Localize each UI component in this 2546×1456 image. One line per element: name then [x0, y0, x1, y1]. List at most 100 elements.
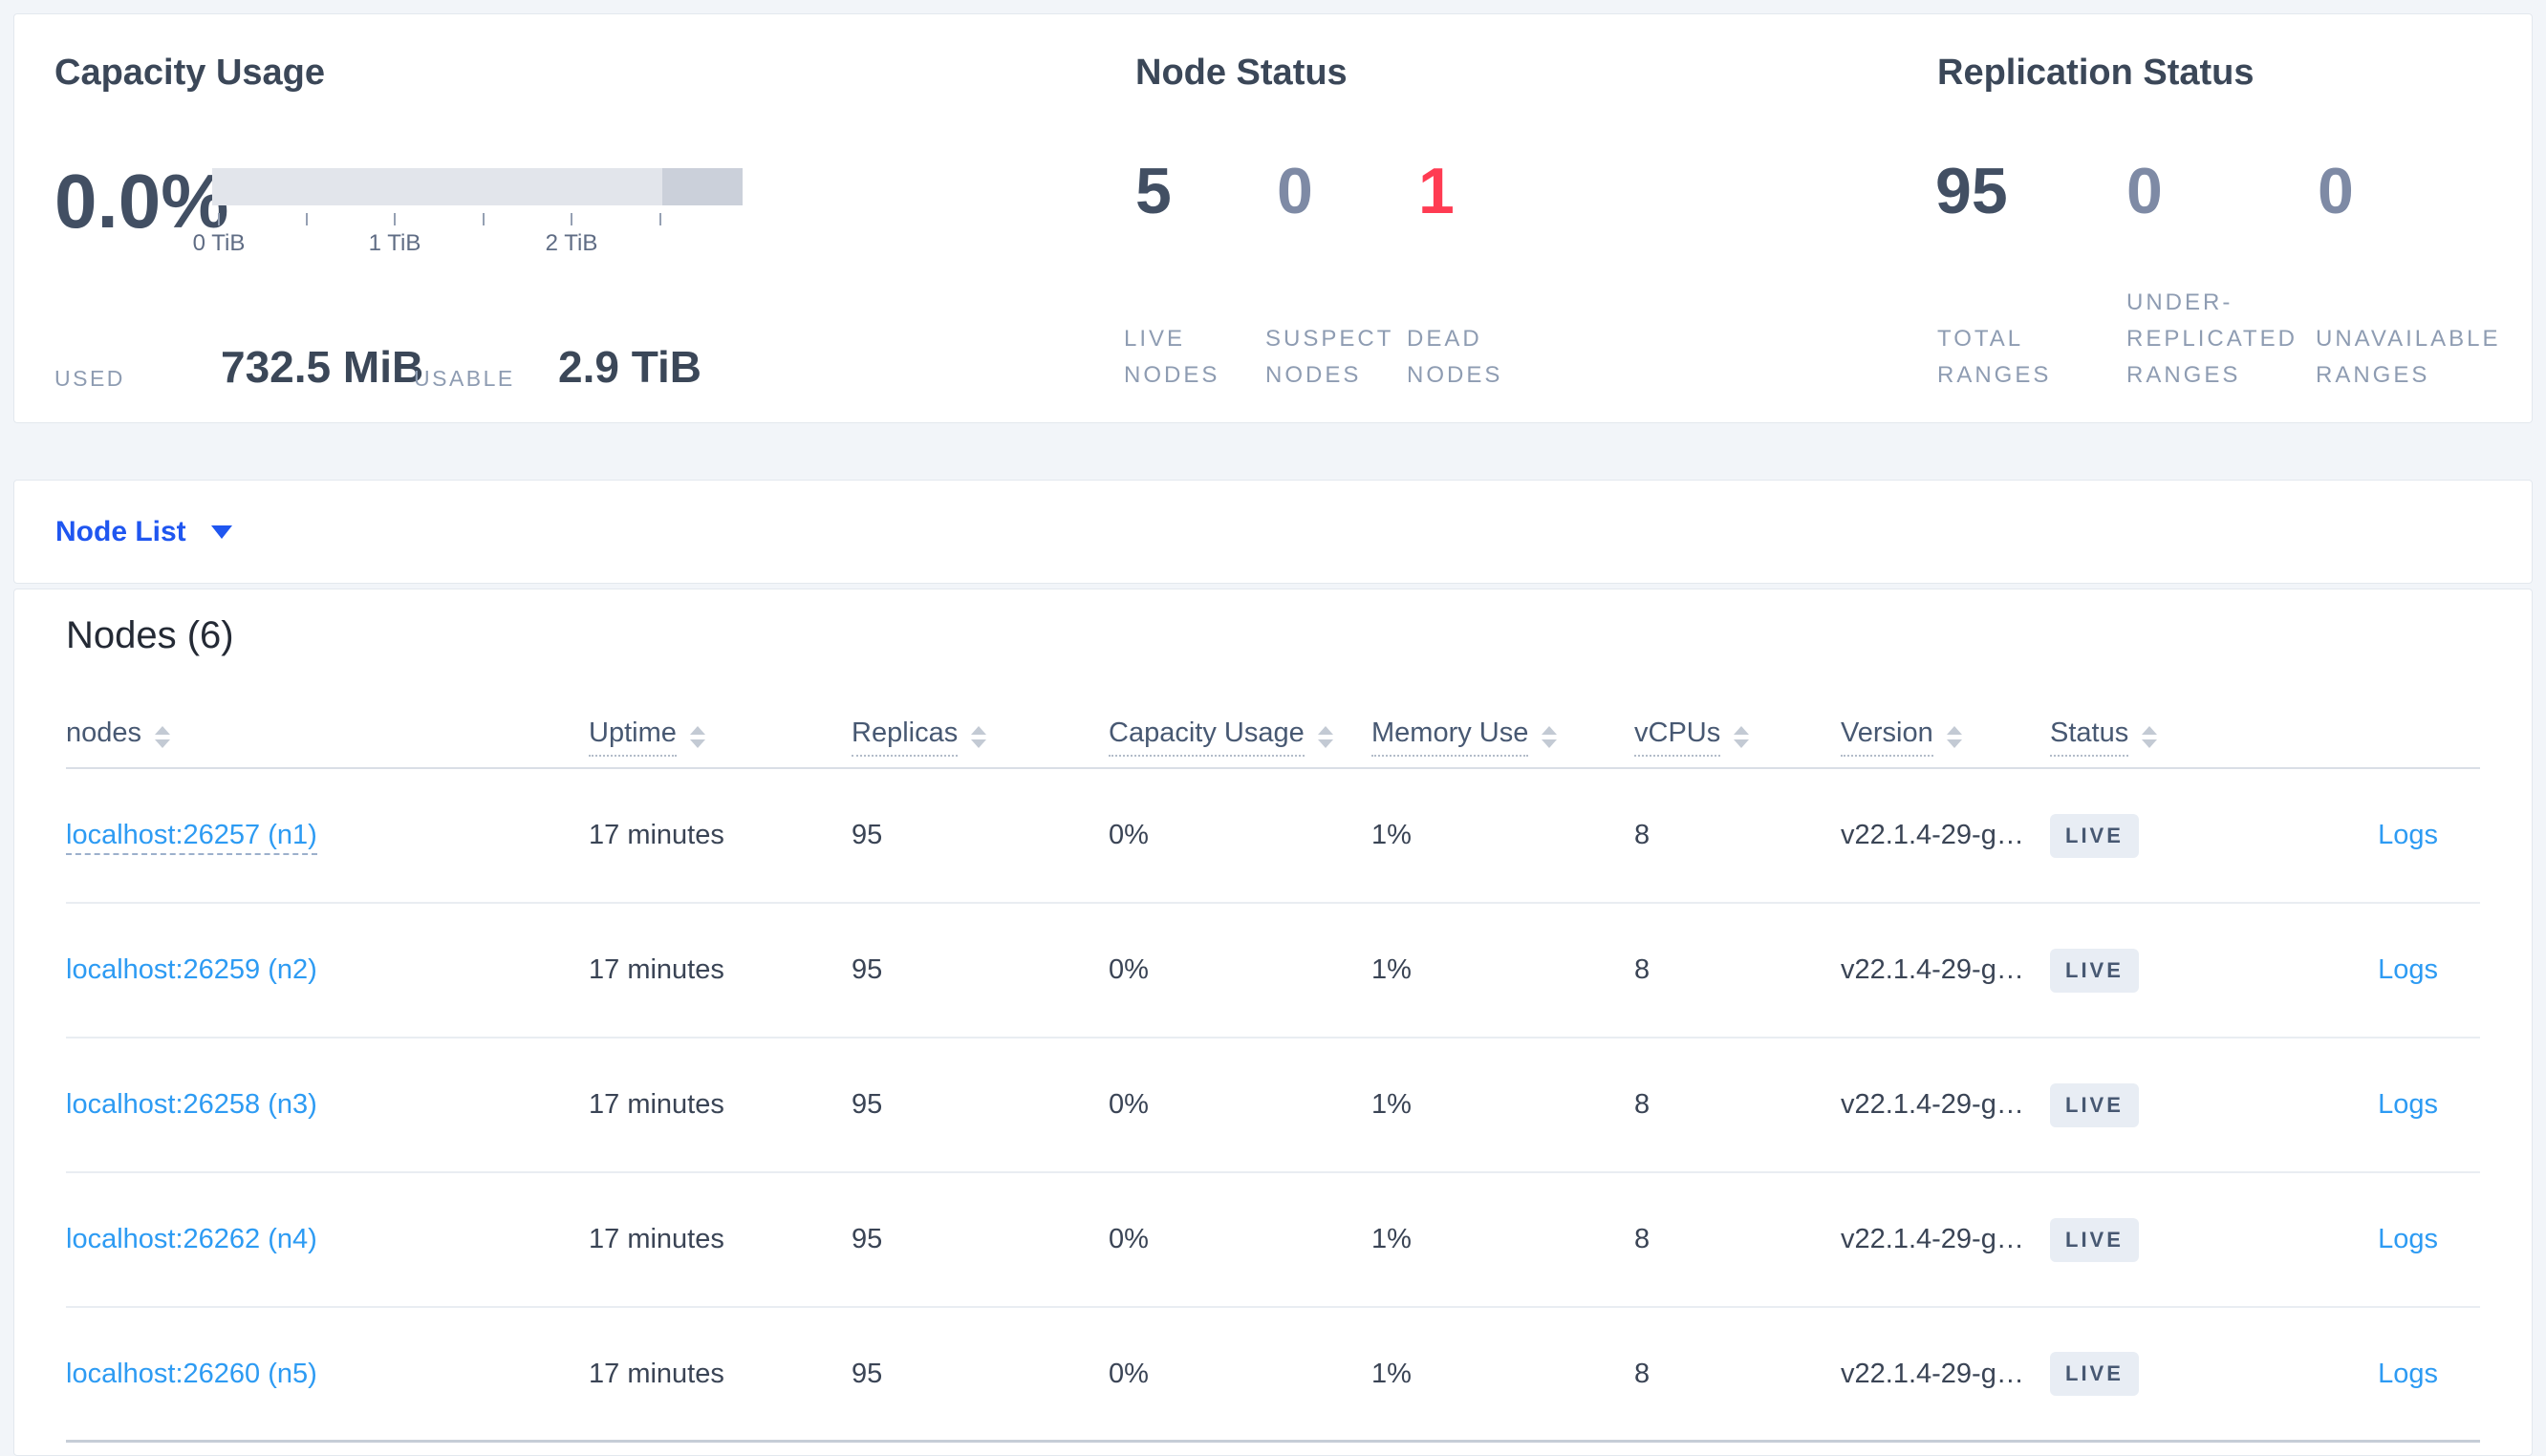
table-row: localhost:26258 (n3) 17 minutes 95 0% 1%… — [66, 1038, 2480, 1173]
sort-ascending-arrow — [971, 726, 987, 735]
sort-icon[interactable] — [1946, 726, 1962, 748]
node-status-labels: LIVE NODES SUSPECT NODES DEAD NODES — [1124, 321, 1548, 394]
uptime-cell: 17 minutes — [589, 954, 724, 985]
version-cell: v22.1.4-29-g… — [1841, 1358, 2024, 1389]
column-header[interactable]: vCPUs — [1634, 717, 1841, 757]
logs-link[interactable]: Logs — [2378, 1224, 2438, 1254]
replicas-cell: 95 — [852, 954, 883, 985]
logs-cell: Logs — [2241, 820, 2480, 851]
sort-icon[interactable] — [1542, 726, 1558, 748]
status-cell: LIVE — [2050, 1082, 2241, 1127]
status-cell: LIVE — [2050, 948, 2241, 993]
capacity-bar — [212, 168, 743, 205]
column-header[interactable]: Capacity Usage — [1109, 717, 1371, 757]
sort-icon[interactable] — [689, 726, 705, 748]
sort-icon[interactable] — [1734, 726, 1750, 748]
sort-icon[interactable] — [971, 726, 987, 748]
memory-use-cell: 1% — [1371, 820, 1412, 850]
node-link[interactable]: localhost:26262 (n4) — [66, 1224, 317, 1254]
stat-value: 95 — [1935, 155, 2008, 227]
column-header[interactable]: Uptime — [589, 717, 852, 757]
stat-label: SUSPECT NODES — [1265, 326, 1393, 388]
replicas-cell: 95 — [852, 1089, 883, 1120]
node-link[interactable]: localhost:26259 (n2) — [66, 954, 317, 985]
column-header[interactable]: nodes — [66, 717, 589, 757]
sort-icon[interactable] — [155, 726, 171, 748]
stat-value: 1 — [1418, 155, 1455, 227]
sort-icon[interactable] — [1317, 726, 1333, 748]
logs-link[interactable]: Logs — [2378, 954, 2438, 985]
node-list-dropdown[interactable]: Node List — [55, 516, 232, 548]
uptime-cell: 17 minutes — [589, 1358, 724, 1389]
version-cell: v22.1.4-29-g… — [1841, 1224, 2024, 1254]
cluster-overview-page: Capacity Usage 0.0% 0 TiB 1 TiB 2 TiB USED… — [0, 0, 2546, 1456]
node-link[interactable]: localhost:26257 (n1) — [66, 820, 317, 855]
sort-descending-arrow — [1317, 739, 1333, 748]
replicas-cell: 95 — [852, 1358, 883, 1389]
uptime-cell: 17 minutes — [589, 1089, 724, 1120]
vcpus-cell: 8 — [1634, 820, 1651, 850]
vcpus-cell: 8 — [1634, 1089, 1651, 1120]
column-header-label: Version — [1841, 717, 1933, 757]
node-link[interactable]: localhost:26258 (n3) — [66, 1089, 317, 1120]
column-header[interactable]: Memory Use — [1371, 717, 1634, 757]
column-header[interactable]: Version — [1841, 717, 2050, 757]
view-selector-bar: Node List — [13, 480, 2533, 584]
node-status-panel: Node Status 5 0 1 LIVE NODES SUSPECT NODES D… — [1122, 14, 1753, 422]
stat-value: 0 — [1277, 155, 1313, 227]
node-cell: localhost:26259 (n2) — [66, 954, 589, 986]
status-badge: LIVE — [2050, 948, 2139, 993]
capacity-usage-summary: USED 732.5 MiB USABLE 2.9 TiB — [54, 333, 800, 402]
stat-value: 0 — [2318, 155, 2354, 227]
uptime-cell: 17 minutes — [589, 820, 724, 850]
table-row: localhost:26262 (n4) 17 minutes 95 0% 1%… — [66, 1173, 2480, 1308]
memory-use-cell: 1% — [1371, 1089, 1412, 1120]
column-header-label: Uptime — [589, 717, 677, 757]
sort-ascending-arrow — [1542, 726, 1558, 735]
replication-status-labels: TOTAL RANGES UNDER-REPLICATED RANGES UNAVA… — [1937, 285, 2505, 394]
capacity-usage-cell: 0% — [1109, 1358, 1149, 1389]
node-cell: localhost:26260 (n5) — [66, 1359, 589, 1390]
axis-tick — [483, 213, 485, 225]
vcpus-cell: 8 — [1634, 1358, 1651, 1389]
status-badge: LIVE — [2050, 1352, 2139, 1396]
stat-value: 5 — [1135, 155, 1172, 227]
column-header-label: Memory Use — [1371, 717, 1529, 757]
logs-link[interactable]: Logs — [2378, 1089, 2438, 1120]
nodes-table-body: localhost:26257 (n1) 17 minutes 95 0% 1%… — [66, 769, 2480, 1443]
logs-link[interactable]: Logs — [2378, 1359, 2438, 1389]
version-cell: v22.1.4-29-g… — [1841, 954, 2024, 985]
status-cell: LIVE — [2050, 1217, 2241, 1262]
sort-icon[interactable] — [2142, 726, 2158, 748]
status-cell: LIVE — [2050, 813, 2241, 858]
usable-value: 2.9 TiB — [558, 342, 701, 392]
column-header-label: vCPUs — [1634, 717, 1721, 757]
node-link[interactable]: localhost:26260 (n5) — [66, 1359, 317, 1389]
sort-descending-arrow — [1734, 739, 1750, 748]
logs-link[interactable]: Logs — [2378, 820, 2438, 850]
axis-tick — [394, 213, 396, 225]
vcpus-cell: 8 — [1634, 954, 1651, 985]
column-header[interactable]: Replicas — [852, 717, 1109, 757]
stat-label: UNDER-REPLICATED RANGES — [2126, 289, 2298, 388]
nodes-table-card: Nodes (6) nodes Uptime Replicas Capacity… — [13, 589, 2533, 1456]
usable-label: USABLE — [414, 366, 515, 391]
memory-use-cell: 1% — [1371, 1358, 1412, 1389]
used-value: 732.5 MiB — [221, 342, 424, 392]
sort-ascending-arrow — [689, 726, 705, 735]
chevron-down-icon — [210, 525, 232, 539]
logs-cell: Logs — [2241, 1224, 2480, 1255]
capacity-bar-other-segment — [662, 168, 743, 205]
capacity-usage-cell: 0% — [1109, 1089, 1149, 1120]
status-cell: LIVE — [2050, 1352, 2241, 1396]
capacity-usage-cell: 0% — [1109, 954, 1149, 985]
node-cell: localhost:26257 (n1) — [66, 820, 589, 855]
sort-descending-arrow — [1946, 739, 1962, 748]
axis-tick — [659, 213, 661, 225]
sort-ascending-arrow — [155, 726, 171, 735]
node-cell: localhost:26262 (n4) — [66, 1224, 589, 1255]
logs-cell: Logs — [2241, 1089, 2480, 1121]
column-header[interactable]: Status — [2050, 717, 2241, 757]
stat-label: DEAD NODES — [1407, 326, 1503, 388]
axis-tick — [571, 213, 572, 225]
